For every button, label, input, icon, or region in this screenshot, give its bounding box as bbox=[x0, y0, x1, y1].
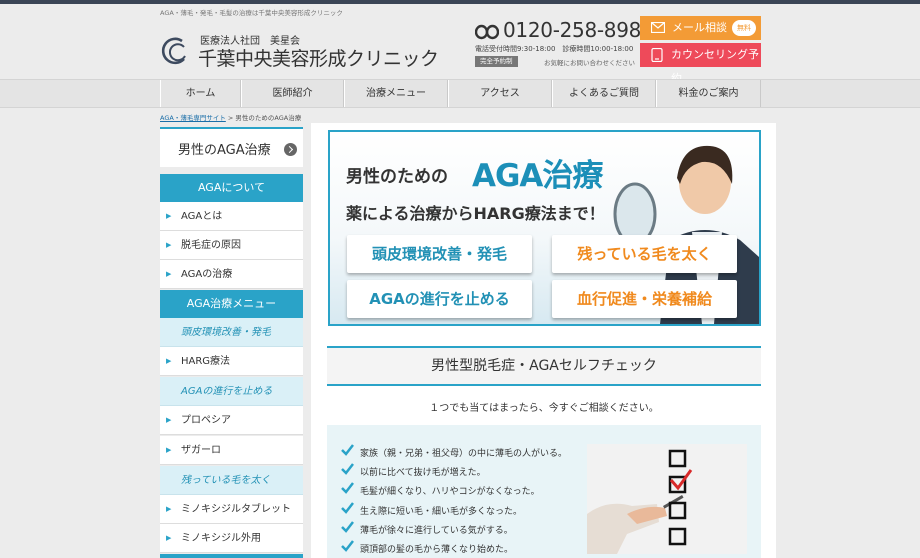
bullet-icon: ▶ bbox=[166, 505, 172, 513]
check-item-label: 生え際に短い毛・細い毛が多くなった。 bbox=[360, 507, 523, 517]
sidebar-item-hair-loss-causes[interactable]: ▶ 脱毛症の原因 bbox=[160, 231, 303, 260]
nav-doctors[interactable]: 医師紹介 bbox=[241, 80, 344, 107]
sidebar-subcategory-scalp[interactable]: 頭皮環境改善・発毛 bbox=[160, 318, 303, 347]
hero-subtitle: 薬による治療からHARG療法まで！ bbox=[346, 204, 605, 223]
hero-button-thicken-hair[interactable]: 残っている毛を太く bbox=[552, 235, 737, 273]
bullet-icon: ▶ bbox=[166, 241, 172, 249]
hero-banner[interactable]: 男性のための AGA治療 薬による治療からHARG療法まで！ 頭皮環境改善・発毛… bbox=[328, 130, 761, 326]
business-hours: 電話受付時間9:30-18:00 診療時間10:00-18:00 bbox=[475, 45, 634, 53]
checkmark-icon bbox=[341, 540, 354, 552]
counseling-reserve-button[interactable]: カウンセリング予約 bbox=[640, 43, 761, 85]
sidebar-item-label: AGAとは bbox=[181, 211, 223, 222]
sidebar-subcategory-label: 残っている毛を太く bbox=[181, 475, 271, 486]
self-check-list: 家族（親・兄弟・祖父母）の中に薄毛の人がいる。 以前に比べて抜け毛が増えた。 毛… bbox=[327, 425, 761, 558]
sidebar-subcategory-label: 頭皮環境改善・発毛 bbox=[181, 327, 271, 338]
checkmark-icon bbox=[341, 521, 354, 533]
nav-home[interactable]: ホーム bbox=[160, 80, 241, 107]
mobile-phone-icon bbox=[651, 48, 663, 62]
hero-button-circulation-nutrition[interactable]: 血行促進・栄養補給 bbox=[552, 280, 737, 318]
mail-icon bbox=[651, 22, 665, 33]
bullet-icon: ▶ bbox=[166, 416, 172, 424]
bullet-icon: ▶ bbox=[166, 446, 172, 454]
sidebar-category-menu[interactable]: AGA治療メニュー bbox=[160, 290, 303, 318]
sidebar-item-minoxidil-tablet[interactable]: ▶ ミノキシジルタブレット bbox=[160, 495, 303, 524]
header-tagline: AGA・薄毛・発毛・毛髪の治療は千葉中央美容形成クリニック bbox=[160, 9, 343, 17]
sidebar-item-label: プロペシア bbox=[181, 415, 231, 426]
reservation-badge: 完全予約制 bbox=[475, 56, 518, 67]
sidebar-subcategory-label: AGAの進行を止める bbox=[181, 386, 273, 397]
nav-faq[interactable]: よくあるご質問 bbox=[552, 80, 656, 107]
hero-button-scalp-improvement[interactable]: 頭皮環境改善・発毛 bbox=[347, 235, 532, 273]
sidebar-item-propecia[interactable]: ▶ プロペシア bbox=[160, 406, 303, 435]
sidebar: 男性のAGA治療 AGAについて ▶ AGAとは ▶ 脱毛症の原因 ▶ AGAの… bbox=[160, 127, 303, 558]
sidebar-heading-label: 男性のAGA治療 bbox=[178, 143, 271, 158]
sidebar-heading[interactable]: 男性のAGA治療 bbox=[160, 127, 303, 167]
breadcrumb-home-link[interactable]: AGA・薄毛専門サイト bbox=[160, 114, 226, 122]
sidebar-subcategory-stop-aga[interactable]: AGAの進行を止める bbox=[160, 377, 303, 406]
clinic-logo-icon[interactable] bbox=[160, 35, 192, 67]
checklist-photo bbox=[587, 444, 747, 554]
checkmark-icon bbox=[341, 463, 354, 475]
self-check-lead: １つでも当てはまったら、今すぐご相談ください。 bbox=[429, 403, 659, 414]
sidebar-item-label: ザガーロ bbox=[181, 445, 221, 456]
sidebar-bottom-rule bbox=[160, 554, 303, 558]
bullet-icon: ▶ bbox=[166, 212, 172, 220]
breadcrumb: AGA・薄毛専門サイト > 男性のためのAGA治療 bbox=[160, 112, 301, 122]
sidebar-item-label: HARG療法 bbox=[181, 356, 231, 367]
checkmark-icon bbox=[341, 502, 354, 514]
hero-title-prefix: 男性のための bbox=[346, 167, 448, 187]
sidebar-item-label: ミノキシジルタブレット bbox=[181, 504, 291, 515]
hero-title-main: AGA治療 bbox=[472, 158, 603, 194]
free-badge: 無料 bbox=[732, 20, 756, 36]
breadcrumb-separator: > bbox=[225, 114, 236, 122]
bullet-icon: ▶ bbox=[166, 270, 172, 278]
sidebar-category-about[interactable]: AGAについて bbox=[160, 174, 303, 202]
breadcrumb-current: 男性のためのAGA治療 bbox=[235, 114, 302, 122]
sidebar-item-zagallo[interactable]: ▶ ザガーロ bbox=[160, 436, 303, 465]
mail-consult-label: メール相談 bbox=[672, 21, 727, 34]
phone-number[interactable]: 0120-258-898 bbox=[503, 18, 641, 42]
check-item-label: 頭頂部の髪の毛から薄くなり始めた。 bbox=[360, 545, 514, 555]
page: AGA・薄毛・発毛・毛髪の治療は千葉中央美容形成クリニック 医療法人社団 美星会… bbox=[0, 4, 920, 558]
check-item-label: 以前に比べて抜け毛が増えた。 bbox=[360, 468, 486, 478]
nav-access[interactable]: アクセス bbox=[448, 80, 552, 107]
sidebar-item-label: ミノキシジル外用 bbox=[181, 533, 261, 544]
free-dial-icon bbox=[475, 24, 499, 40]
global-nav: ホーム 医師紹介 治療メニュー アクセス よくあるご質問 料金のご案内 bbox=[0, 79, 920, 108]
bullet-icon: ▶ bbox=[166, 357, 172, 365]
checkmark-icon bbox=[341, 482, 354, 494]
sidebar-item-aga-treatment[interactable]: ▶ AGAの治療 bbox=[160, 260, 303, 289]
sidebar-item-label: AGAの治療 bbox=[181, 269, 233, 280]
check-item-label: 毛髪が細くなり、ハリやコシがなくなった。 bbox=[360, 487, 540, 497]
mail-consult-button[interactable]: メール相談 無料 bbox=[640, 16, 761, 40]
sidebar-item-minoxidil-topical[interactable]: ▶ ミノキシジル外用 bbox=[160, 524, 303, 553]
bullet-icon: ▶ bbox=[166, 534, 172, 542]
checkmark-icon bbox=[341, 444, 354, 456]
sidebar-item-label: 脱毛症の原因 bbox=[181, 240, 241, 251]
self-check-heading: 男性型脱毛症・AGAセルフチェック bbox=[327, 346, 761, 386]
clinic-name[interactable]: 千葉中央美容形成クリニック bbox=[198, 44, 439, 71]
nav-pricing[interactable]: 料金のご案内 bbox=[656, 80, 761, 107]
nav-treatment-menu[interactable]: 治療メニュー bbox=[344, 80, 448, 107]
sidebar-item-harg[interactable]: ▶ HARG療法 bbox=[160, 347, 303, 376]
sidebar-item-what-is-aga[interactable]: ▶ AGAとは bbox=[160, 202, 303, 231]
check-item-label: 薄毛が徐々に進行している気がする。 bbox=[360, 526, 513, 536]
check-item-label: 家族（親・兄弟・祖父母）の中に薄毛の人がいる。 bbox=[360, 449, 568, 459]
inquiry-note: お気軽にお問い合わせください bbox=[544, 59, 635, 67]
hero-button-stop-progression[interactable]: AGAの進行を止める bbox=[347, 280, 532, 318]
sidebar-subcategory-thicken[interactable]: 残っている毛を太く bbox=[160, 466, 303, 495]
chevron-right-icon bbox=[284, 143, 297, 156]
